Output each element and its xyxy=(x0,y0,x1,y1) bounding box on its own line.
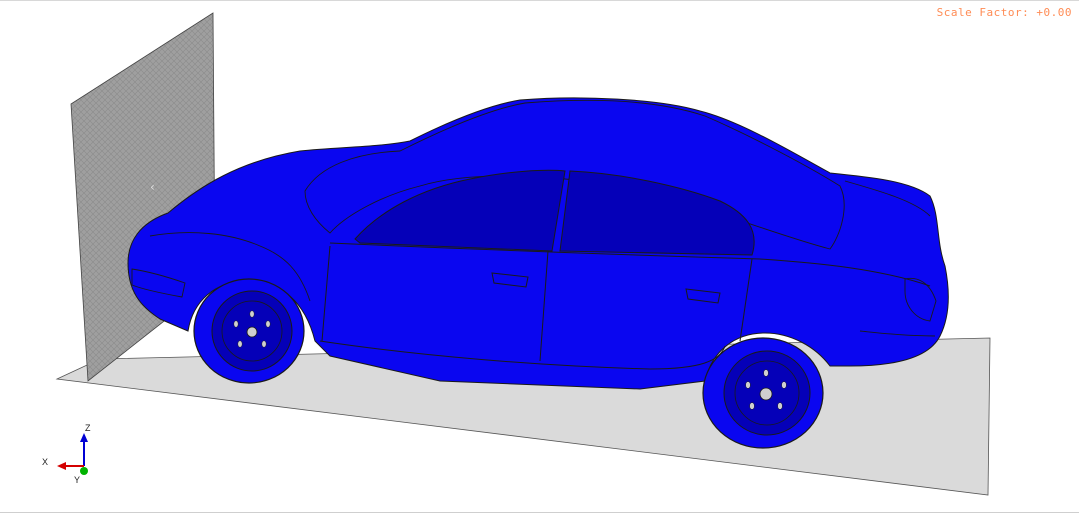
z-axis-label: Z xyxy=(85,423,91,433)
x-axis-label: X xyxy=(42,457,48,467)
barrier-marker: ‹ xyxy=(150,180,155,194)
model-scene[interactable]: ‹ Z X Y xyxy=(0,1,1079,513)
rear-wheel[interactable] xyxy=(702,337,824,449)
y-axis-label: Y xyxy=(74,475,80,485)
front-wheel-hub xyxy=(246,326,258,338)
graphics-viewport[interactable]: Scale Factor: +0.00 ‹ Z X Y xyxy=(0,0,1079,513)
rear-wheel-hub xyxy=(759,387,773,401)
y-axis-dot xyxy=(80,467,88,475)
front-wheel[interactable] xyxy=(193,278,305,384)
axis-triad: Z X Y xyxy=(42,423,91,485)
